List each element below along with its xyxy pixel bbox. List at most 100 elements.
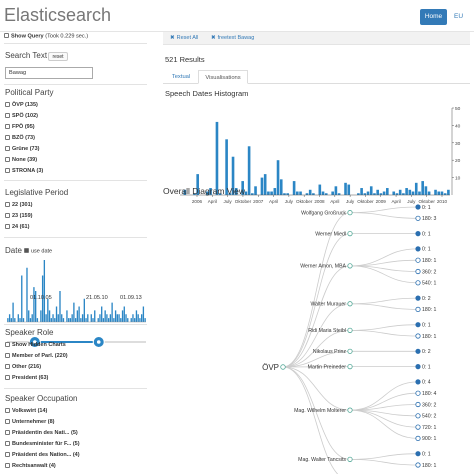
checkbox-icon[interactable]: [5, 418, 10, 424]
histogram-bar: [263, 174, 267, 195]
occupation-item[interactable]: Präsident des Nation... (4): [5, 450, 80, 461]
checkbox-icon[interactable]: [5, 440, 10, 446]
tree-leaf-label: 180: 1: [422, 334, 437, 340]
date-title: Date: [5, 246, 22, 255]
reset-button[interactable]: reset: [48, 52, 68, 61]
date-histogram-bar: [140, 314, 143, 322]
checkbox-icon[interactable]: [5, 374, 10, 380]
tree-leaf-node: [415, 379, 421, 385]
checkbox-icon[interactable]: [5, 134, 10, 140]
period-item[interactable]: 24 (61): [5, 222, 33, 233]
checkbox-icon[interactable]: [5, 212, 10, 218]
date-histogram-bar: [107, 318, 110, 322]
histogram-bar: [247, 146, 251, 195]
divider: [4, 84, 147, 85]
role-item[interactable]: Other (216): [5, 362, 68, 373]
tree-link: [349, 297, 419, 305]
tree-leaf-label: 0: 1: [422, 205, 431, 211]
party-item[interactable]: FPÖ (95): [5, 122, 43, 133]
checkbox-icon[interactable]: [5, 123, 10, 129]
histogram-bar: [363, 193, 367, 195]
period-item[interactable]: 23 (159): [5, 211, 33, 222]
tree-speaker-label: Ridi Maria Steibl: [308, 328, 346, 334]
party-item[interactable]: None (39): [5, 155, 43, 166]
histogram-bar: [324, 193, 328, 195]
period-item[interactable]: 22 (301): [5, 200, 33, 211]
tab-textual[interactable]: Textual: [166, 70, 196, 84]
tab-visualisations[interactable]: Visualisations: [198, 70, 248, 84]
checkbox-icon[interactable]: [5, 112, 10, 118]
checkbox-icon[interactable]: [5, 156, 10, 162]
period-list: 22 (301) 23 (159) 24 (61): [5, 200, 33, 233]
tree-link: [349, 453, 419, 460]
checkbox-icon[interactable]: [5, 341, 10, 347]
occupation-item[interactable]: Unternehmer (8): [5, 417, 80, 428]
checkbox-icon[interactable]: [5, 201, 10, 207]
freetext-filter[interactable]: ✖ freetext Bawag: [211, 35, 254, 41]
tree-speaker-label: Werner Amon, MBA: [300, 264, 346, 270]
histogram-bar: [344, 182, 347, 195]
party-item[interactable]: BZÖ (73): [5, 133, 43, 144]
tree-leaf-node: [415, 364, 421, 370]
date-histogram-bar: [62, 318, 65, 322]
role-item[interactable]: Member of Parl. (220): [5, 351, 68, 362]
checkbox-icon[interactable]: [5, 167, 10, 173]
tree-leaf-label: 360: 2: [422, 402, 437, 408]
occupation-item[interactable]: Präsidentin des Nati... (5): [5, 428, 80, 439]
show-query-checkbox[interactable]: Show Query (Took 0.229 sec.): [4, 33, 88, 40]
tree-link: [282, 366, 351, 411]
date-histogram-bar: [45, 314, 47, 322]
checkbox-icon[interactable]: [5, 101, 10, 107]
nav-eu-link[interactable]: EU: [454, 13, 463, 20]
role-item[interactable]: President (63): [5, 373, 68, 384]
date-histogram-bar: [71, 314, 73, 322]
role-item[interactable]: Show Hidden Charts: [5, 340, 68, 351]
date-histogram-bar: [132, 314, 134, 322]
tree-link: [349, 381, 419, 411]
y-tick-label: 40: [455, 123, 461, 129]
checkbox-checked-icon[interactable]: [24, 248, 29, 253]
party-item[interactable]: SPÖ (102): [5, 111, 43, 122]
tree-speaker-node: [347, 364, 353, 370]
checkbox-icon[interactable]: [5, 352, 10, 358]
histogram-bar: [408, 189, 412, 195]
checkbox-icon[interactable]: [5, 223, 10, 229]
histogram-bar: [254, 186, 257, 195]
date-histogram-bar: [121, 310, 124, 322]
party-item[interactable]: STRONA (3): [5, 166, 43, 177]
checkbox-icon[interactable]: [5, 429, 10, 435]
checkbox-icon[interactable]: [4, 33, 9, 38]
date-label-mid: 21.05.10: [86, 295, 108, 301]
tree-leaf-label: 0: 4: [422, 380, 431, 386]
y-tick-label: 50: [455, 106, 461, 112]
party-item[interactable]: Grüne (73): [5, 144, 43, 155]
date-histogram-bar: [10, 318, 13, 322]
nav-home-button[interactable]: Home: [420, 9, 447, 25]
close-icon[interactable]: ✖: [170, 35, 175, 41]
occupation-item[interactable]: Bundesminister für F... (5): [5, 439, 80, 450]
checkbox-icon[interactable]: [5, 145, 10, 151]
checkbox-icon[interactable]: [5, 363, 10, 369]
checkbox-icon[interactable]: [5, 462, 10, 468]
date-histogram-bar: [85, 318, 87, 322]
tree-leaf-label: 0: 2: [422, 296, 431, 302]
date-histogram-bar: [127, 318, 129, 322]
checkbox-icon[interactable]: [5, 407, 10, 413]
checkbox-icon[interactable]: [5, 451, 10, 457]
occupation-item[interactable]: Rechtsanwalt (4): [5, 461, 80, 472]
histogram-bar: [437, 191, 441, 195]
histogram-bar: [308, 189, 312, 195]
date-histogram-bar: [59, 291, 61, 322]
use-date-checkbox[interactable]: use date: [24, 248, 52, 255]
histogram-bar: [270, 191, 273, 195]
tree-leaf-label: 0: 2: [422, 349, 431, 355]
app-title[interactable]: Elasticsearch: [4, 5, 111, 26]
date-histogram-bar: [114, 310, 117, 322]
main-content: ✖ Reset All ✖ freetext Bawag 521 Results T…: [160, 32, 474, 474]
close-icon[interactable]: ✖: [211, 35, 216, 41]
party-item[interactable]: ÖVP (135): [5, 100, 43, 111]
search-input[interactable]: [5, 67, 93, 79]
occupation-item[interactable]: Volkswirt (14): [5, 406, 80, 417]
histogram-bar: [321, 191, 325, 195]
reset-all-filter[interactable]: ✖ Reset All: [170, 35, 198, 41]
